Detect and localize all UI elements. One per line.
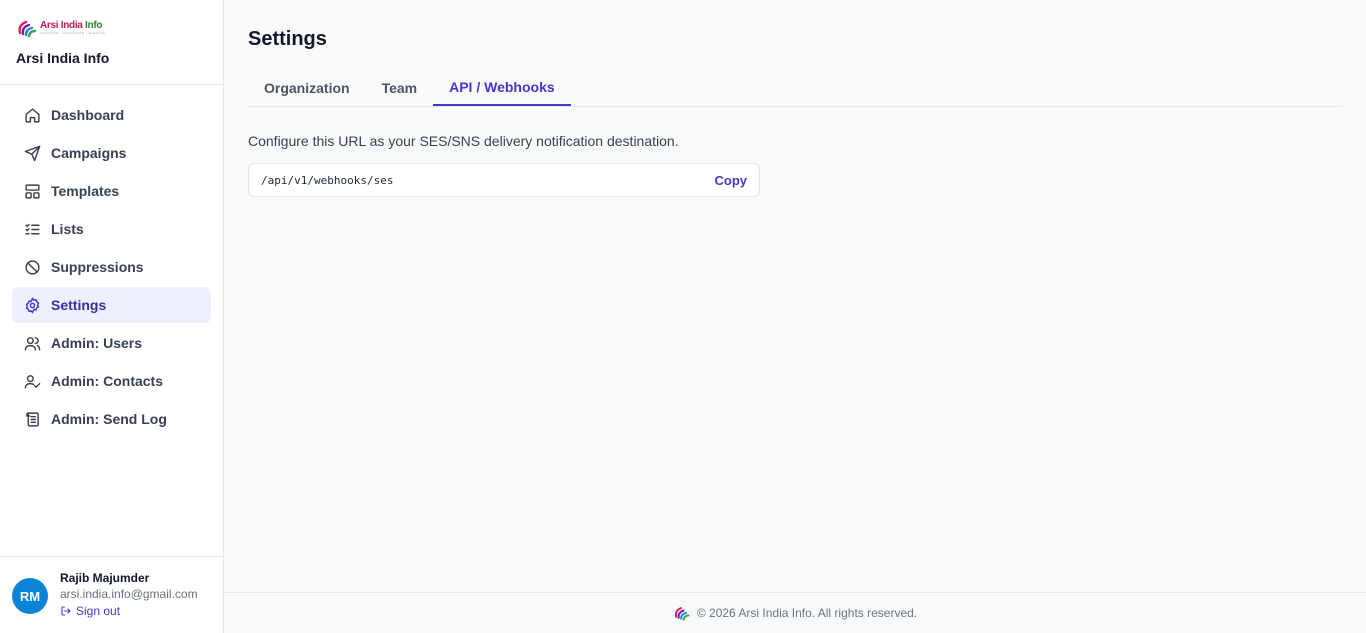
tab-team[interactable]: Team: [366, 70, 434, 106]
sidebar-item-label: Admin: Send Log: [51, 411, 167, 427]
tab-api-webhooks[interactable]: API / Webhooks: [433, 70, 571, 106]
layout-icon: [25, 183, 40, 199]
sidebar-item-label: Lists: [51, 221, 84, 237]
page-title: Settings: [248, 28, 327, 50]
sidebar: Arsi India Info INNOVATE • INTEGRATE • E…: [0, 0, 224, 633]
footer-copyright: © 2026 Arsi India Info. All rights reser…: [696, 606, 918, 620]
sidebar-item-dashboard[interactable]: Dashboard: [12, 97, 211, 133]
sign-out-icon: [61, 606, 71, 616]
sidebar-item-templates[interactable]: Templates: [12, 173, 211, 209]
sign-out-link[interactable]: Sign out: [60, 602, 198, 620]
sidebar-item-settings[interactable]: Settings: [12, 287, 211, 323]
logo-word-secondary: Info: [82, 20, 103, 31]
sidebar-item-label: Dashboard: [51, 107, 125, 123]
sidebar-item-admin-send-log[interactable]: Admin: Send Log: [12, 401, 211, 437]
home-icon: [25, 107, 40, 123]
logo-tagline: INNOVATE • INTEGRATE • ELEVATE: [40, 31, 106, 35]
user-panel: RM Rajib Majumder arsi.india.info@gmail.…: [0, 556, 223, 633]
brand-logo[interactable]: Arsi India Info INNOVATE • INTEGRATE • E…: [16, 16, 207, 40]
settings-tabs: Organization Team API / Webhooks: [248, 70, 1342, 107]
send-icon: [24, 145, 41, 161]
user-name: Rajib Majumder: [60, 571, 150, 585]
sidebar-item-label: Suppressions: [51, 259, 144, 275]
user-email: arsi.india.info@gmail.com: [60, 587, 198, 601]
brand-header: Arsi India Info INNOVATE • INTEGRATE • E…: [0, 0, 223, 85]
ban-icon: [25, 259, 40, 275]
logo-icon: [18, 20, 37, 38]
sidebar-item-label: Settings: [51, 297, 107, 313]
sidebar-item-label: Admin: Users: [51, 335, 143, 351]
scroll-icon: [26, 411, 39, 427]
sidebar-item-lists[interactable]: Lists: [12, 211, 211, 247]
sidebar-item-label: Templates: [51, 183, 120, 199]
main-content: Settings Organization Team API / Webhook…: [224, 0, 1366, 633]
sidebar-item-campaigns[interactable]: Campaigns: [12, 135, 211, 171]
sidebar-nav: Dashboard Campaigns Templates Lists Supp…: [0, 85, 223, 437]
logo-word-primary: Arsi India: [40, 20, 83, 31]
users-icon: [24, 336, 41, 351]
list-check-icon: [25, 223, 40, 234]
logo-icon: [674, 607, 690, 621]
webhook-description: Configure this URL as your SES/SNS deliv…: [248, 133, 679, 149]
brand-name: Arsi India Info: [16, 50, 110, 66]
user-check-icon: [24, 374, 41, 389]
sign-out-label: Sign out: [76, 604, 121, 618]
gear-icon: [25, 297, 40, 313]
sidebar-item-admin-users[interactable]: Admin: Users: [12, 325, 211, 361]
webhook-url[interactable]: /api/v1/webhooks/ses: [261, 174, 393, 187]
webhook-url-box: /api/v1/webhooks/ses Copy: [248, 163, 760, 197]
sidebar-item-label: Admin: Contacts: [51, 373, 163, 389]
copy-button[interactable]: Copy: [715, 173, 748, 188]
footer: © 2026 Arsi India Info. All rights reser…: [224, 592, 1366, 633]
sidebar-item-admin-contacts[interactable]: Admin: Contacts: [12, 363, 211, 399]
avatar[interactable]: RM: [12, 578, 48, 614]
sidebar-item-suppressions[interactable]: Suppressions: [12, 249, 211, 285]
sidebar-item-label: Campaigns: [51, 145, 127, 161]
tab-organization[interactable]: Organization: [248, 70, 366, 106]
